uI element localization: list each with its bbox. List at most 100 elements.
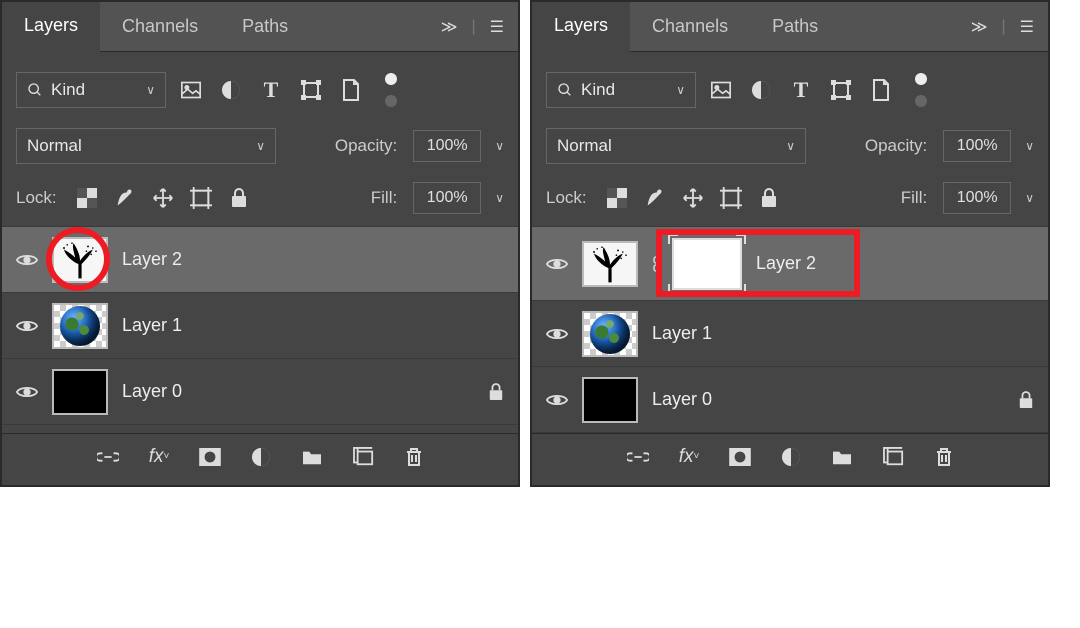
new-layer-icon[interactable] <box>353 447 375 467</box>
layers-panel-left: Layers Channels Paths ≫ | ☰ Kind ∨ T <box>0 0 520 487</box>
link-layers-icon[interactable] <box>97 450 119 464</box>
chevron-down-icon[interactable]: ∨ <box>495 139 504 153</box>
layer-row[interactable]: Layer 1 <box>2 292 518 358</box>
blend-row: Normal ∨ Opacity: 100% ∨ <box>2 122 518 174</box>
panel-menu-icon[interactable]: ☰ <box>490 17 504 37</box>
filter-adjustment-icon[interactable] <box>750 79 772 101</box>
link-layers-icon[interactable] <box>627 450 649 464</box>
lock-row: Lock: Fill: 100% ∨ <box>532 174 1048 226</box>
layer-row[interactable]: Layer 0 <box>532 366 1048 432</box>
layer-thumbnail[interactable] <box>582 311 638 357</box>
layer-thumbnail[interactable] <box>582 241 638 287</box>
filter-adjustment-icon[interactable] <box>220 79 242 101</box>
tab-layers[interactable]: Layers <box>2 2 100 52</box>
layer-row[interactable]: Layer 1 <box>532 300 1048 366</box>
fill-value[interactable]: 100% <box>943 182 1011 214</box>
tab-channels[interactable]: Channels <box>630 2 750 52</box>
visibility-toggle[interactable] <box>16 384 38 400</box>
layer-name[interactable]: Layer 0 <box>652 389 712 410</box>
layer-name[interactable]: Layer 1 <box>122 315 182 336</box>
visibility-toggle[interactable] <box>16 252 38 268</box>
layer-thumbnail[interactable] <box>52 303 108 349</box>
visibility-toggle[interactable] <box>546 256 568 272</box>
layer-mask-thumbnail[interactable] <box>672 238 742 290</box>
panel-body: Kind ∨ T Normal ∨ Opacity: 100% ∨ Lock: <box>2 52 518 485</box>
opacity-value[interactable]: 100% <box>413 130 481 162</box>
filter-toggle[interactable] <box>384 73 398 107</box>
lock-label: Lock: <box>16 188 57 208</box>
adjustment-layer-icon[interactable] <box>781 447 801 467</box>
chevron-down-icon[interactable]: ∨ <box>1025 191 1034 205</box>
layer-row[interactable]: Layer 0 <box>2 358 518 424</box>
add-mask-icon[interactable] <box>729 448 751 466</box>
chevron-down-icon[interactable]: ∨ <box>495 191 504 205</box>
filter-type-icons: T <box>710 79 892 101</box>
fill-label: Fill: <box>371 188 397 208</box>
filter-type-icon[interactable]: T <box>260 79 282 101</box>
layer-name[interactable]: Layer 0 <box>122 381 182 402</box>
mask-link-icon[interactable] <box>652 256 662 272</box>
collapse-icon[interactable]: ≫ <box>441 17 458 37</box>
adjustment-layer-icon[interactable] <box>251 447 271 467</box>
filter-shape-icon[interactable] <box>300 79 322 101</box>
group-icon[interactable] <box>831 448 853 466</box>
layer-name[interactable]: Layer 2 <box>122 249 182 270</box>
filter-pixel-icon[interactable] <box>180 79 202 101</box>
group-icon[interactable] <box>301 448 323 466</box>
panel-body: Kind ∨ T Normal ∨ Opacity: 100% ∨ Lock: <box>532 52 1048 485</box>
filter-type-icon[interactable]: T <box>790 79 812 101</box>
chevron-down-icon[interactable]: ∨ <box>1025 139 1034 153</box>
tab-paths[interactable]: Paths <box>220 2 310 52</box>
lock-transparent-icon[interactable] <box>75 186 99 210</box>
lock-artboard-icon[interactable] <box>189 186 213 210</box>
tab-paths[interactable]: Paths <box>750 2 840 52</box>
new-layer-icon[interactable] <box>883 447 905 467</box>
layer-thumbnail[interactable] <box>52 237 108 283</box>
fill-value[interactable]: 100% <box>413 182 481 214</box>
opacity-value[interactable]: 100% <box>943 130 1011 162</box>
visibility-toggle[interactable] <box>546 326 568 342</box>
lock-all-icon[interactable] <box>227 186 251 210</box>
divider: | <box>1002 18 1006 36</box>
delete-layer-icon[interactable] <box>405 447 423 467</box>
filter-shape-icon[interactable] <box>830 79 852 101</box>
blend-mode-select[interactable]: Normal ∨ <box>16 128 276 164</box>
layer-name[interactable]: Layer 1 <box>652 323 712 344</box>
opacity-label: Opacity: <box>865 136 927 156</box>
chevron-down-icon: ∨ <box>676 83 685 97</box>
earth-icon <box>60 306 100 346</box>
lock-position-icon[interactable] <box>151 186 175 210</box>
lock-image-icon[interactable] <box>643 186 667 210</box>
layer-name[interactable]: Layer 2 <box>756 253 816 274</box>
delete-layer-icon[interactable] <box>935 447 953 467</box>
layer-row[interactable]: Layer 2 <box>532 226 1048 300</box>
blend-mode-select[interactable]: Normal ∨ <box>546 128 806 164</box>
layer-thumbnail[interactable] <box>582 377 638 423</box>
lock-position-icon[interactable] <box>681 186 705 210</box>
chevron-down-icon: ∨ <box>786 139 795 153</box>
filter-kind-select[interactable]: Kind ∨ <box>16 72 166 108</box>
filter-toggle[interactable] <box>914 73 928 107</box>
lock-icon <box>488 383 504 401</box>
filter-smart-icon[interactable] <box>340 79 362 101</box>
layer-row[interactable]: Layer 2 <box>2 226 518 292</box>
layer-thumbnail[interactable] <box>52 369 108 415</box>
lock-transparent-icon[interactable] <box>605 186 629 210</box>
tree-icon <box>56 240 104 280</box>
filter-pixel-icon[interactable] <box>710 79 732 101</box>
filter-smart-icon[interactable] <box>870 79 892 101</box>
fx-icon[interactable]: fx˅ <box>149 446 170 468</box>
lock-image-icon[interactable] <box>113 186 137 210</box>
panel-menu-icon[interactable]: ☰ <box>1020 17 1034 37</box>
tab-layers[interactable]: Layers <box>532 2 630 52</box>
visibility-toggle[interactable] <box>546 392 568 408</box>
visibility-toggle[interactable] <box>16 318 38 334</box>
tab-channels[interactable]: Channels <box>100 2 220 52</box>
filter-kind-select[interactable]: Kind ∨ <box>546 72 696 108</box>
collapse-icon[interactable]: ≫ <box>971 17 988 37</box>
lock-all-icon[interactable] <box>757 186 781 210</box>
lock-artboard-icon[interactable] <box>719 186 743 210</box>
search-icon <box>27 82 43 98</box>
fx-icon[interactable]: fx˅ <box>679 446 700 468</box>
add-mask-icon[interactable] <box>199 448 221 466</box>
